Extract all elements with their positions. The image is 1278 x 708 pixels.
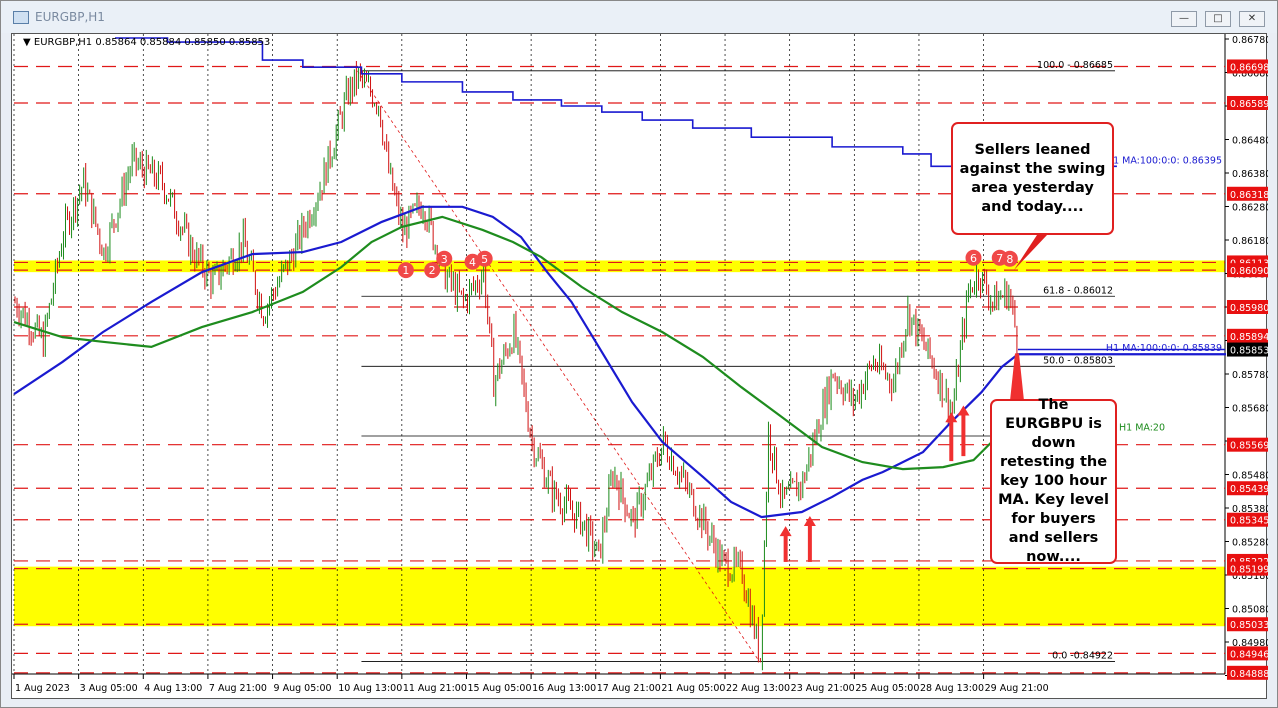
x-tick-label: 21 Aug 05:00 <box>661 683 725 694</box>
x-tick-label: 9 Aug 05:00 <box>274 683 332 694</box>
symbol-ohlc-text: EURGBP,H1 0.85864 0.85884 0.85850 0.8585… <box>34 37 270 48</box>
swing-marker-number: 1 <box>402 264 409 277</box>
price-level-tag-text: 0.85439 <box>1230 484 1268 495</box>
x-tick-label: 10 Aug 13:00 <box>338 683 402 694</box>
x-tick-label: 1 Aug 2023 <box>15 683 70 694</box>
chart-window-icon <box>13 11 29 24</box>
y-tick-label: 0.85080 <box>1232 605 1268 616</box>
y-tick-label: 0.86780 <box>1232 35 1268 46</box>
x-tick-label: 11 Aug 21:00 <box>403 683 467 694</box>
x-tick-label: 25 Aug 05:00 <box>855 683 919 694</box>
fibonacci-label: 61.8 - 0.86012 <box>1043 285 1113 296</box>
restore-button[interactable]: □ <box>1205 11 1231 27</box>
y-tick-label: 0.86380 <box>1232 169 1268 180</box>
x-tick-label: 4 Aug 13:00 <box>144 683 202 694</box>
price-level-tag-text: 0.85345 <box>1230 516 1268 527</box>
y-tick-label: 0.85780 <box>1232 370 1268 381</box>
price-level-tag-text: 0.84946 <box>1230 649 1268 660</box>
symbol-ohlc-line: ▼ EURGBP,H1 0.85864 0.85884 0.85850 0.85… <box>23 37 270 48</box>
fibonacci-label: 50.0 - 0.85803 <box>1043 355 1113 366</box>
swing-marker-number: 2 <box>429 264 436 277</box>
moving-average-line <box>14 217 992 469</box>
price-level-tag-text: 0.86589 <box>1230 99 1268 110</box>
y-tick-label: 0.85280 <box>1232 538 1268 549</box>
swing-marker-number: 3 <box>441 253 448 266</box>
chart-window: EURGBP,H1 — □ ✕ 1 Aug 2023 3 Aug 05:00 4 A… <box>0 0 1278 708</box>
price-level-tag-text: 0.86090 <box>1230 266 1268 277</box>
y-tick-label: 0.85680 <box>1232 404 1268 415</box>
swing-marker-number: 5 <box>481 253 488 266</box>
fibonacci-label: 0.0 -0.84922 <box>1052 650 1113 661</box>
moving-average-label: H1 MA:20 <box>1119 422 1165 433</box>
window-title: EURGBP,H1 <box>35 10 105 24</box>
x-tick-label: 17 Aug 21:00 <box>597 683 661 694</box>
x-tick-label: 29 Aug 21:00 <box>985 683 1049 694</box>
price-level-tag-text: 0.85033 <box>1230 620 1268 631</box>
y-tick-label: 0.86480 <box>1232 136 1268 147</box>
y-tick-label: 0.86180 <box>1232 236 1268 247</box>
x-tick-label: 22 Aug 13:00 <box>726 683 790 694</box>
fibonacci-label: 100.0 - 0.86685 <box>1037 60 1113 71</box>
y-tick-label: 0.85480 <box>1232 471 1268 482</box>
close-button[interactable]: ✕ <box>1239 11 1265 27</box>
x-tick-label: 23 Aug 21:00 <box>791 683 855 694</box>
minimize-button[interactable]: — <box>1171 11 1197 27</box>
yellow-zone <box>14 567 1225 627</box>
moving-average-label: H1 MA:100:0:0: 0.85839 <box>1106 343 1222 354</box>
swing-marker-number: 6 <box>970 252 977 265</box>
x-tick-label: 28 Aug 13:00 <box>920 683 984 694</box>
price-level-tag-text: 0.85980 <box>1230 303 1268 314</box>
price-level-tag-text: 0.85199 <box>1230 565 1268 576</box>
x-tick-label: 15 Aug 05:00 <box>467 683 531 694</box>
price-level-tag-text: 0.86318 <box>1230 190 1268 201</box>
up-arrow-head <box>780 526 792 536</box>
x-tick-label: 3 Aug 05:00 <box>80 683 138 694</box>
callout-pointer <box>1012 354 1022 401</box>
price-level-tag-text: 0.85569 <box>1230 441 1268 452</box>
swing-marker-number: 4 <box>469 256 476 269</box>
x-tick-label: 7 Aug 21:00 <box>209 683 267 694</box>
price-level-tag-text: 0.86698 <box>1230 62 1268 73</box>
y-tick-label: 0.86280 <box>1232 203 1268 214</box>
title-bar[interactable]: EURGBP,H1 — □ ✕ <box>1 1 1277 33</box>
swing-marker-number: 8 <box>1006 253 1013 266</box>
x-tick-label: 16 Aug 13:00 <box>532 683 596 694</box>
moving-average-label: D1 MA:100:0:0: 0.86395 <box>1106 155 1222 166</box>
annotation-sellers: Sellers leaned against the swing area ye… <box>951 122 1114 235</box>
price-level-tag-text: 0.84888 <box>1230 669 1268 680</box>
current-price-text: 0.85853 <box>1230 346 1268 357</box>
price-level-tag-text: 0.85894 <box>1230 332 1268 343</box>
up-arrow-head <box>804 516 816 526</box>
annotation-retest-ma: The EURGBPU is down retesting the key 10… <box>990 399 1117 564</box>
